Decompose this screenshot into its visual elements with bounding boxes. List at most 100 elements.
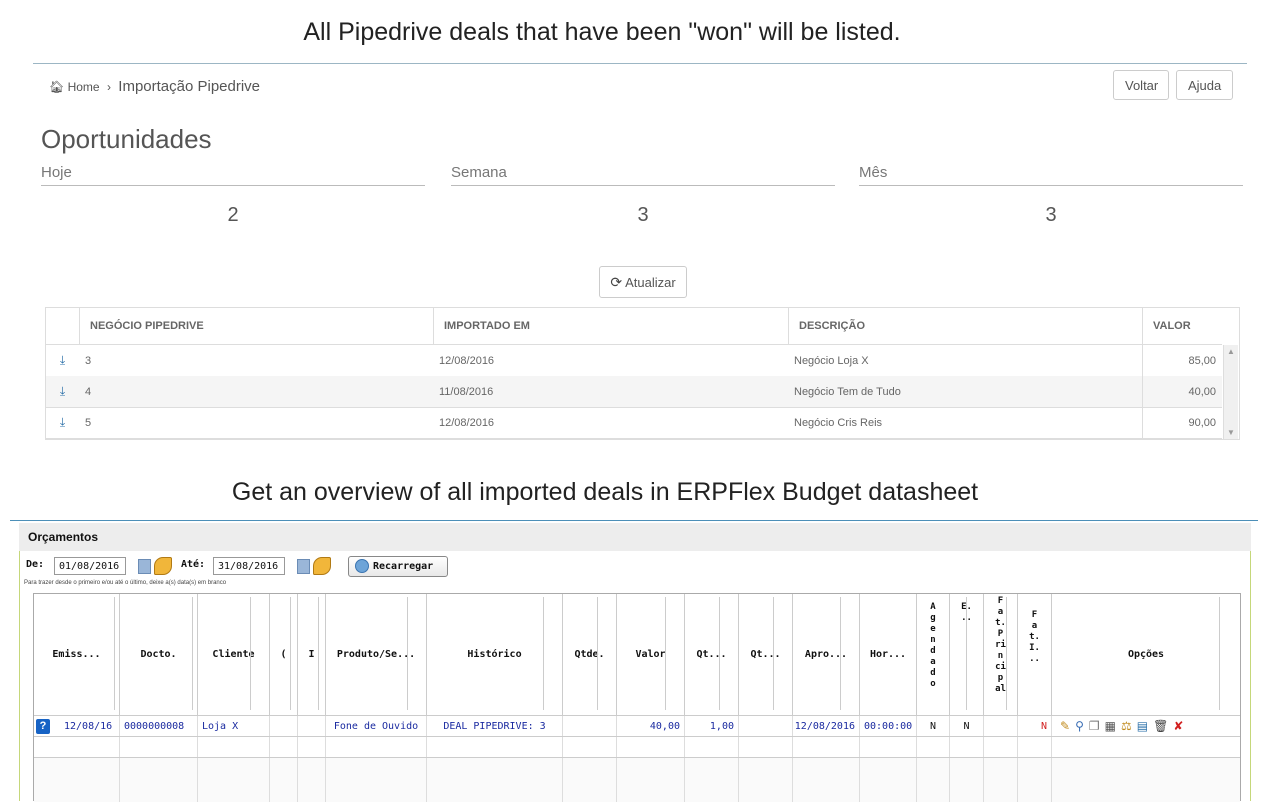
column-header-value[interactable]: VALOR [1142,308,1222,344]
stat-month-value: 3 [1045,204,1057,226]
stat-today: Hoje 2 [41,164,425,227]
col-aprov[interactable]: Apro... [793,594,860,715]
download-icon[interactable]: ⤓ [60,415,65,430]
table-row [34,757,1240,802]
cell-valor: 40,00 [617,716,685,736]
to-date-input[interactable]: 31/08/2016 [213,557,285,575]
cell-emissao: 12/08/16 [64,720,113,732]
cell-produto: Fone de Ouvido [326,716,427,736]
download-icon[interactable]: ⤓ [60,353,65,368]
erpflex-budget-panel: Orçamentos De: 01/08/2016 Até: 31/08/201… [10,520,1258,802]
scale-icon[interactable]: ⚖ [1121,719,1132,733]
cell-hora: 00:00:00 [860,716,917,736]
home-icon: 🏠︎ [49,80,65,94]
budget-body: De: 01/08/2016 Até: 31/08/2016 Recarrega… [19,551,1251,802]
cell-docto: 0000000008 [120,716,198,736]
to-label: Até: [181,559,206,570]
table-row[interactable]: ⤓ 3 12/08/2016 Negócio Loja X 85,00 [46,345,1222,377]
search-icon[interactable]: ⚲ [1075,719,1084,733]
help-button[interactable]: Ajuda [1176,70,1233,100]
column-header-imported[interactable]: IMPORTADO EM [433,308,788,344]
breadcrumb-current: Importação Pipedrive [118,78,261,95]
cell-imported: 11/08/2016 [439,385,494,398]
copy-icon[interactable]: ❐ [1089,719,1100,733]
chevron-right-icon: › [106,80,111,94]
cell-description: Negócio Tem de Tudo [794,385,901,398]
panel-title: Orçamentos [19,523,1251,551]
cell-deal: 5 [85,416,92,429]
col-qt2[interactable]: Qt... [739,594,793,715]
scroll-down-icon[interactable]: ▼ [1227,428,1235,437]
date-hint: Para trazer desde o primeiro e/ou até o … [24,580,227,586]
stat-today-label: Hoje [41,164,425,186]
clear-date-icon[interactable] [313,557,331,575]
reload-button[interactable]: Recarregar [348,556,448,577]
breadcrumb-home[interactable]: Home [68,80,100,94]
cell-deal: 4 [85,385,92,398]
table-row[interactable]: ⤓ 4 11/08/2016 Negócio Tem de Tudo 40,00 [46,376,1222,408]
stat-today-value: 2 [227,204,239,226]
column-header-description[interactable]: DESCRIÇÃO [788,308,1142,344]
col-opcoes[interactable]: Opções [1052,594,1240,715]
document-icon[interactable]: ▤ [1137,719,1148,733]
cell-fat-i: N [1018,716,1052,736]
from-label: De: [26,559,45,570]
cell-agendado: N [917,716,950,736]
calculator-icon[interactable]: ▦ [1105,719,1116,733]
col-valor[interactable]: Valor [617,594,685,715]
caption-bottom: Get an overview of all imported deals in… [231,478,979,506]
col-hora[interactable]: Hor... [860,594,917,715]
col-e[interactable]: E. .. [950,594,984,715]
table-scrollbar[interactable]: ▲ ▼ [1223,345,1238,439]
table-row[interactable]: ⤓ 5 12/08/2016 Negócio Cris Reis 90,00 [46,407,1222,439]
trash-icon[interactable]: 🗑︎ [1153,719,1168,733]
reload-button-label: Recarregar [373,561,434,572]
help-icon[interactable]: ? [36,718,50,734]
table-row [34,736,1240,757]
cell-historico: DEAL PIPEDRIVE: 3 [427,716,563,736]
calendar-icon[interactable] [297,559,310,574]
refresh-button-label: Atualizar [625,275,676,290]
stat-week: Semana 3 [451,164,835,227]
download-icon[interactable]: ⤓ [60,384,65,399]
table-row[interactable]: ? 12/08/16 0000000008 Loja X Fone de Ouvi… [34,715,1240,736]
pipedrive-import-panel: 🏠︎ Home › Importação Pipedrive Voltar Aj… [33,63,1247,468]
cell-value: 90,00 [1142,407,1222,438]
cell-aprov: 12/08/2016 [793,716,860,736]
back-button[interactable]: Voltar [1113,70,1169,100]
col-docto[interactable]: Docto. [120,594,198,715]
calendar-icon[interactable] [138,559,151,574]
column-header-deal[interactable]: NEGÓCIO PIPEDRIVE [79,308,433,344]
col-historico[interactable]: Histórico [427,594,563,715]
col-produto[interactable]: Produto/Se... [326,594,427,715]
budget-grid: Emiss... Docto. Cliente ( I Produto/Se..… [33,593,1241,802]
stat-month: Mês 3 [859,164,1243,227]
stat-week-label: Semana [451,164,835,186]
col-qtde[interactable]: Qtde. [563,594,617,715]
cell-description: Negócio Cris Reis [794,416,883,429]
cell-imported: 12/08/2016 [439,354,495,367]
col-c[interactable]: ( [270,594,298,715]
col-fat-i[interactable]: F a t. I. .. [1018,594,1052,715]
table-header-row: NEGÓCIO PIPEDRIVE IMPORTADO EM DESCRIÇÃO… [46,308,1222,345]
cell-description: Negócio Loja X [794,354,869,367]
cell-value: 85,00 [1142,345,1222,376]
col-f[interactable]: I [298,594,326,715]
edit-icon[interactable]: ✎ [1060,719,1070,733]
clear-date-icon[interactable] [154,557,172,575]
refresh-button[interactable]: ⟳ Atualizar [599,266,687,298]
scroll-up-icon[interactable]: ▲ [1227,347,1235,356]
col-agendado[interactable]: A g e n d a d o [917,594,950,715]
from-date-input[interactable]: 01/08/2016 [54,557,126,575]
col-qt1[interactable]: Qt... [685,594,739,715]
page-title: Oportunidades [41,124,212,154]
cancel-icon[interactable]: ✘ [1173,719,1183,733]
cell-qt1: 1,00 [685,716,739,736]
col-emissao[interactable]: Emiss... [34,594,120,715]
col-fat-principal[interactable]: F a t. P ri n ci p al [984,594,1018,715]
col-cliente[interactable]: Cliente [198,594,270,715]
stat-week-value: 3 [637,204,649,226]
cell-deal: 3 [85,354,92,367]
caption-top: All Pipedrive deals that have been "won"… [303,18,901,46]
cell-e: N [950,716,984,736]
